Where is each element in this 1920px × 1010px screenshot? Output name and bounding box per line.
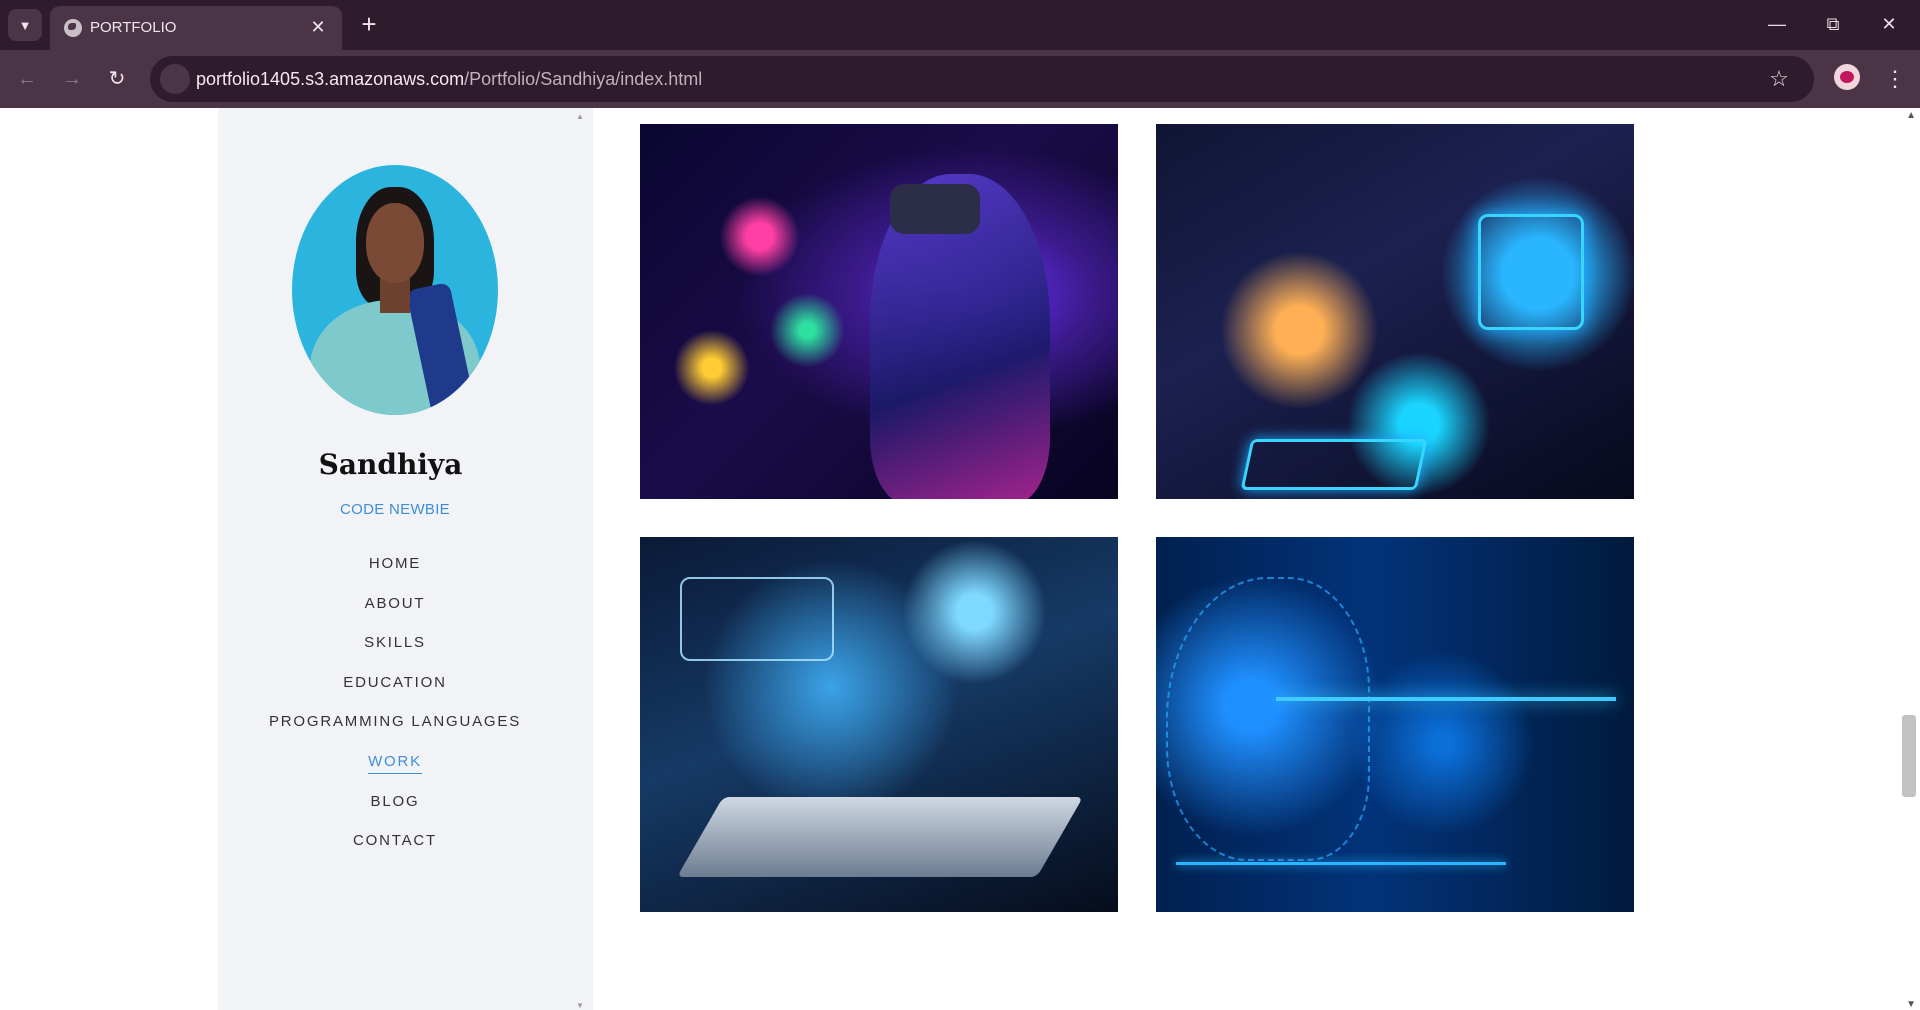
nav-item-work[interactable]: WORK: [218, 752, 572, 792]
browser-tab-strip: ▼ PORTFOLIO ✕ + — ⧉ ✕: [0, 0, 1920, 50]
work-image-ai-network[interactable]: [1156, 537, 1634, 912]
sidebar-scroll-down-icon[interactable]: ▼: [576, 1001, 584, 1010]
nav-item-home[interactable]: HOME: [218, 554, 572, 594]
close-tab-icon[interactable]: ✕: [306, 15, 330, 39]
profile-avatar[interactable]: [1834, 64, 1860, 90]
bookmark-star-icon[interactable]: ☆: [1764, 64, 1794, 94]
page-viewport: ▲ ▼ Sandhiya CODE NEWBIE HOME ABOUT SKIL…: [0, 108, 1920, 1010]
work-image-robot-laptop[interactable]: [640, 537, 1118, 912]
work-image-vr-headset[interactable]: [640, 124, 1118, 499]
restore-icon[interactable]: ⧉: [1810, 6, 1856, 42]
browser-tab[interactable]: PORTFOLIO ✕: [50, 6, 342, 50]
globe-icon: [64, 19, 82, 37]
work-image-digital-interface[interactable]: [1156, 124, 1634, 499]
scroll-down-arrow-icon[interactable]: ▼: [1906, 999, 1916, 1010]
nav-item-skills[interactable]: SKILLS: [218, 633, 572, 673]
chevron-down-icon: ▼: [18, 17, 32, 33]
page-scrollbar-thumb[interactable]: [1902, 715, 1916, 797]
reload-icon[interactable]: ↻: [100, 62, 134, 96]
forward-arrow-icon[interactable]: →: [55, 62, 89, 96]
tab-title: PORTFOLIO: [90, 19, 177, 36]
address-bar[interactable]: portfolio1405.s3.amazonaws.com/Portfolio…: [150, 56, 1814, 102]
nav-item-contact[interactable]: CONTACT: [218, 831, 572, 871]
nav-item-education[interactable]: EDUCATION: [218, 673, 572, 713]
profile-name: Sandhiya: [318, 448, 463, 481]
nav-item-programming-languages[interactable]: PROGRAMMING LANGUAGES: [218, 712, 572, 752]
new-tab-button[interactable]: +: [352, 8, 386, 42]
profile-photo: [292, 165, 498, 415]
tab-search-button[interactable]: ▼: [8, 9, 42, 41]
sidebar-scroll-up-icon[interactable]: ▲: [576, 112, 584, 121]
close-window-icon[interactable]: ✕: [1866, 6, 1912, 42]
back-arrow-icon[interactable]: ←: [10, 62, 44, 96]
scroll-up-arrow-icon[interactable]: ▲: [1906, 110, 1916, 121]
sidebar-nav: HOME ABOUT SKILLS EDUCATION PROGRAMMING …: [218, 554, 572, 871]
site-settings-icon[interactable]: [160, 64, 190, 94]
nav-item-about[interactable]: ABOUT: [218, 594, 572, 634]
url-text[interactable]: portfolio1405.s3.amazonaws.com/Portfolio…: [196, 69, 702, 90]
minimize-icon[interactable]: —: [1754, 6, 1800, 42]
browser-toolbar: ← → ↻ portfolio1405.s3.amazonaws.com/Por…: [0, 50, 1920, 108]
menu-kebab-icon[interactable]: ⋮: [1880, 62, 1910, 96]
nav-item-blog[interactable]: BLOG: [218, 792, 572, 832]
profile-role: CODE NEWBIE: [340, 501, 450, 518]
